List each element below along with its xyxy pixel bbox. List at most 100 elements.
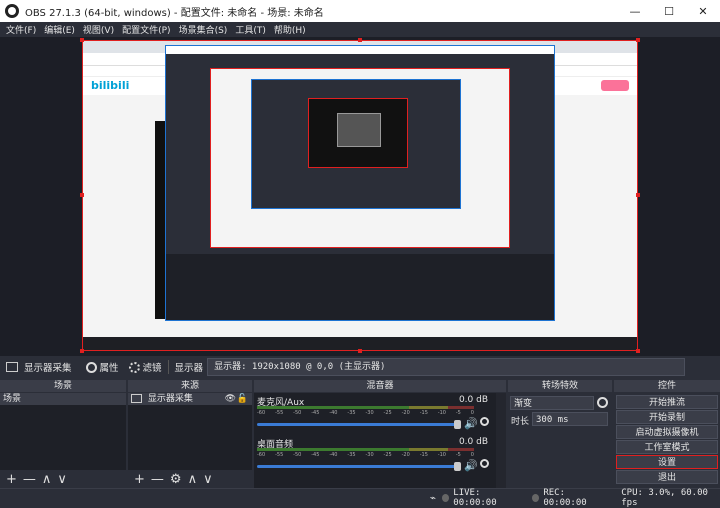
exit-button[interactable]: 退出	[616, 470, 718, 484]
volume-slider[interactable]	[257, 423, 456, 426]
meter-ticks: -60 -55 -50 -45 -40 -35 -30 -25 -20 -15 -10 -5 0	[257, 410, 474, 416]
add-scene-button[interactable]: +	[6, 472, 17, 487]
display-select[interactable]: 显示器: 1920x1080 @ 0,0 (主显示器)	[207, 358, 686, 376]
display-capture-preview[interactable]: bilibili	[82, 40, 638, 351]
move-source-down-button[interactable]: ∨	[203, 472, 213, 487]
sources-dock: 来源 显示器采集 👁 🔓 + — ⚙ ∧ ∨	[128, 380, 252, 488]
resize-handle-l[interactable]	[80, 193, 84, 197]
menu-file[interactable]: 文件(F)	[6, 23, 36, 36]
move-scene-up-button[interactable]: ∧	[42, 472, 52, 487]
captured-pink-button	[601, 80, 629, 91]
gear-icon	[85, 361, 97, 373]
menu-profile[interactable]: 配置文件(P)	[122, 23, 170, 36]
menu-scene-collection[interactable]: 场景集合(S)	[179, 23, 228, 36]
scene-item[interactable]: 场景	[0, 393, 126, 405]
rec-status: REC: 00:00:00	[532, 488, 607, 508]
add-source-button[interactable]: +	[134, 472, 145, 487]
resize-handle-t[interactable]	[358, 38, 362, 42]
remove-source-button[interactable]: —	[151, 472, 164, 487]
nested-titlebar	[166, 46, 554, 54]
display-label: 显示器	[174, 363, 204, 374]
rec-dot-icon	[532, 494, 540, 502]
scenes-header: 场景	[0, 380, 126, 392]
visibility-eye-icon[interactable]: 👁	[225, 393, 236, 405]
level-meter	[257, 448, 474, 451]
channel-db: 0.0 dB	[458, 437, 488, 447]
resize-handle-r[interactable]	[636, 193, 640, 197]
speaker-icon[interactable]: 🔊	[464, 459, 478, 472]
properties-button[interactable]: 属性	[85, 360, 119, 374]
live-status: LIVE: 00:00:00	[442, 488, 522, 508]
window-title: OBS 27.1.3 (64-bit, windows) - 配置文件: 未命名…	[25, 7, 324, 19]
nested-preview-level4	[337, 113, 381, 147]
nested-docks	[166, 254, 554, 320]
studio-mode-button[interactable]: 工作室模式	[616, 440, 718, 454]
sources-list[interactable]: 显示器采集 👁 🔓	[128, 393, 252, 470]
maximize-button[interactable]: ☐	[652, 0, 686, 22]
menu-view[interactable]: 视图(V)	[83, 23, 114, 36]
duration-label: 时长	[511, 417, 530, 427]
move-scene-down-button[interactable]: ∨	[57, 472, 67, 487]
start-streaming-button[interactable]: 开始推流	[616, 395, 718, 409]
sources-footer: + — ⚙ ∧ ∨	[128, 470, 252, 488]
resize-handle-br[interactable]	[636, 349, 640, 353]
cpu-status: CPU: 3.0%, 60.00 fps	[621, 488, 708, 508]
controls-header: 控件	[614, 380, 720, 392]
controls-body: 开始推流 开始录制 启动虚拟摄像机 工作室模式 设置 退出	[614, 393, 720, 488]
audio-mixer-dock: 混音器 麦克风/Aux 0.0 dB -60 -55 -50 -45 -40 -35 -30…	[254, 380, 506, 488]
scenes-dock: 场景 场景 + — ∧ ∨	[0, 380, 126, 488]
channel-gear-icon[interactable]	[480, 417, 490, 427]
scenes-list[interactable]: 场景	[0, 393, 126, 470]
obs-logo-icon	[5, 4, 19, 18]
speaker-icon[interactable]: 🔊	[464, 417, 478, 430]
resize-handle-bl[interactable]	[80, 349, 84, 353]
close-button[interactable]: ✕	[686, 0, 720, 22]
minimize-button[interactable]: —	[618, 0, 652, 22]
menu-tools[interactable]: 工具(T)	[235, 23, 266, 36]
volume-slider-handle[interactable]	[454, 462, 461, 471]
mixer-header: 混音器	[254, 380, 506, 392]
start-recording-button[interactable]: 开始录制	[616, 410, 718, 424]
toolbar-divider	[167, 360, 169, 374]
filter-icon	[128, 361, 140, 373]
transition-gear-icon[interactable]	[597, 397, 608, 408]
move-source-up-button[interactable]: ∧	[188, 472, 198, 487]
resize-handle-b[interactable]	[358, 349, 362, 353]
properties-label: 属性	[99, 363, 119, 374]
resize-handle-tl[interactable]	[80, 38, 84, 42]
start-virtual-camera-button[interactable]: 启动虚拟摄像机	[616, 425, 718, 439]
resize-handle-tr[interactable]	[636, 38, 640, 42]
source-item-label: 显示器采集	[147, 394, 193, 404]
mixer-scrollbar[interactable]	[496, 393, 506, 488]
transitions-dock: 转场特效 渐变 时长 300 ms	[508, 380, 612, 488]
transitions-body: 渐变 时长 300 ms	[508, 393, 612, 488]
lock-icon[interactable]: 🔓	[237, 393, 248, 405]
source-item[interactable]: 显示器采集 👁 🔓	[128, 393, 252, 405]
source-properties-button[interactable]: ⚙	[170, 472, 182, 487]
menu-help[interactable]: 帮助(H)	[274, 23, 306, 36]
nested-preview	[210, 68, 510, 248]
nested-preview-level2	[251, 79, 461, 209]
volume-slider-handle[interactable]	[454, 420, 461, 429]
remove-scene-button[interactable]: —	[23, 472, 36, 487]
menu-bar: 文件(F) 编辑(E) 视图(V) 配置文件(P) 场景集合(S) 工具(T) …	[0, 22, 720, 37]
transition-select[interactable]: 渐变	[510, 396, 594, 410]
filters-button[interactable]: 滤镜	[128, 360, 162, 374]
duration-input[interactable]: 300 ms	[532, 412, 608, 426]
title-bar: OBS 27.1.3 (64-bit, windows) - 配置文件: 未命名…	[0, 0, 720, 22]
menu-edit[interactable]: 编辑(E)	[44, 23, 75, 36]
status-bar: ⌁ LIVE: 00:00:00 REC: 00:00:00 CPU: 3.0%…	[0, 488, 720, 508]
source-toolbar: 显示器采集 属性 滤镜 显示器 显示器: 1920x1080 @ 0,0 (主显…	[0, 356, 720, 378]
filters-label: 滤镜	[142, 363, 162, 374]
channel-gear-icon[interactable]	[480, 459, 490, 469]
live-dot-icon	[442, 494, 450, 502]
transitions-header: 转场特效	[508, 380, 612, 392]
settings-button[interactable]: 设置	[616, 455, 718, 469]
channel-db: 0.0 dB	[458, 395, 488, 405]
source-monitor-icon	[131, 394, 142, 403]
network-icon: ⌁	[430, 492, 437, 504]
mixer-body: 麦克风/Aux 0.0 dB -60 -55 -50 -45 -40 -35 -30 -25-…	[254, 393, 506, 488]
captured-site-logo: bilibili	[91, 79, 130, 92]
scenes-footer: + — ∧ ∨	[0, 470, 126, 488]
volume-slider[interactable]	[257, 465, 456, 468]
